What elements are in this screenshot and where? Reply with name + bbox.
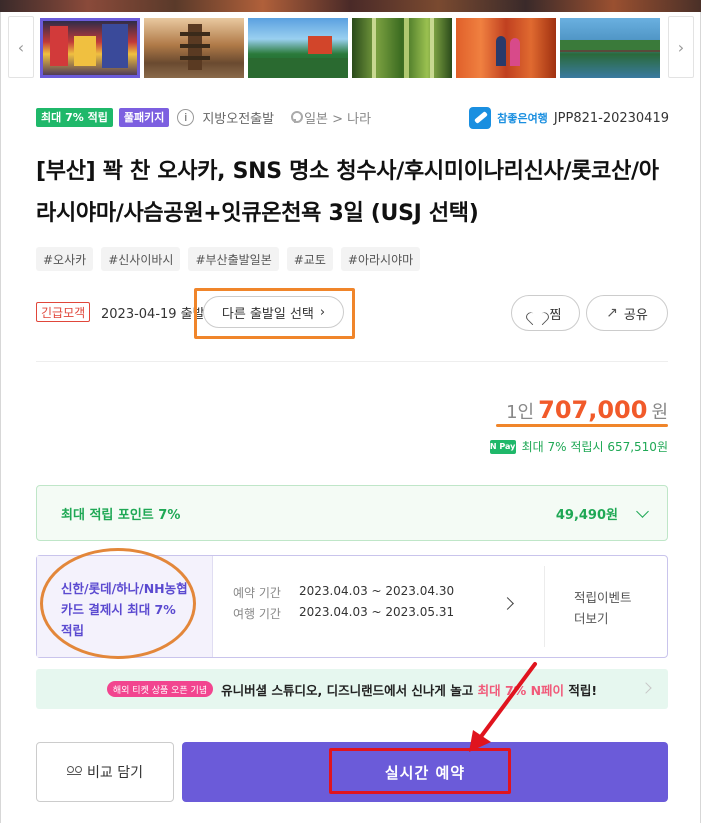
banner-badge: 해외 티켓 상품 오픈 기념 xyxy=(106,681,214,697)
thumbnail-arashiyama[interactable] xyxy=(560,18,660,78)
points-value: 49,490원 xyxy=(555,507,618,523)
share-label: 공유 xyxy=(623,307,648,323)
thumbnail-osaka[interactable] xyxy=(40,18,140,78)
thumbnail-bamboo[interactable] xyxy=(352,18,452,78)
event-line-1: 적립이벤트 xyxy=(574,590,632,605)
info-icon[interactable]: i xyxy=(177,108,195,126)
section-divider xyxy=(36,361,668,362)
urgent-badge: 긴급모객 xyxy=(36,302,91,322)
compare-label: 비교 담기 xyxy=(87,765,143,781)
npay-points-info: N Pay 최대 7% 적립시 657,510원 xyxy=(489,438,668,455)
points-label: 최대 적립 포인트 7% xyxy=(61,507,181,523)
product-badges: 최대 7% 적립 풀패키지 i 지방오전출발 일본 > 나라 xyxy=(36,107,371,127)
thumbnail-kiyomizu[interactable] xyxy=(248,18,348,78)
travel-period-value: 2023.04.03 ~ 2023.05.31 xyxy=(299,605,455,619)
hashtag[interactable]: #부산출발일본 xyxy=(188,247,279,271)
price-per-person: 1인 xyxy=(506,402,535,423)
compare-button[interactable]: 비교 담기 xyxy=(36,742,174,802)
points-badge: 최대 7% 적립 xyxy=(36,107,113,127)
product-title: [부산] 꽉 찬 오사카, SNS 명소 청수사/후시미이나리신사/롯코산/아라… xyxy=(36,159,659,226)
hashtag[interactable]: #아라시야마 xyxy=(340,247,421,271)
annotation-arrow-icon xyxy=(469,662,537,752)
hashtag[interactable]: #신사이바시 xyxy=(101,247,181,271)
reserve-period-label: 예약 기간 xyxy=(233,586,281,600)
agency-info: 참좋은여행 JPP821-20230419 xyxy=(469,107,669,129)
banner-main-text: 유니버셜 스튜디오, 디즈니랜드에서 신나게 놀고 xyxy=(221,682,474,698)
product-code: JPP821-20230419 xyxy=(553,110,669,126)
wishlist-button[interactable]: 찜 xyxy=(511,295,580,331)
map-pin-icon xyxy=(290,110,304,124)
wishlist-label: 찜 xyxy=(549,307,562,323)
npay-text: 최대 7% 적립시 657,510원 xyxy=(521,440,668,454)
hashtag-list: #오사카 #신사이바시 #부산출발일본 #교토 #아라시야마 xyxy=(36,247,421,271)
departure-type: 지방오전출발 xyxy=(202,111,275,127)
annotation-highlight-oval xyxy=(40,548,196,659)
heart-icon xyxy=(530,307,544,319)
promo-periods: 예약 기간 2023.04.03 ~ 2023.04.30 여행 기간 2023… xyxy=(233,584,454,626)
share-button[interactable]: ↗ 공유 xyxy=(586,295,668,331)
compare-icon xyxy=(67,766,82,778)
agency-logo-icon xyxy=(469,107,492,129)
reserve-period-value: 2023.04.03 ~ 2023.04.30 xyxy=(299,584,455,598)
chevron-left-icon: ‹ xyxy=(17,37,25,57)
npay-icon: N Pay xyxy=(489,439,516,454)
promo-banner[interactable]: 해외 티켓 상품 오픈 기념 유니버셜 스튜디오, 디즈니랜드에서 신나게 놀고… xyxy=(36,669,668,709)
gallery-prev-button[interactable]: ‹ xyxy=(8,16,34,78)
gallery-next-button[interactable]: › xyxy=(668,16,694,78)
share-icon: ↗ xyxy=(606,305,618,321)
banner-suffix: 적립! xyxy=(568,682,598,698)
thumbnail-gallery: ‹ › xyxy=(8,14,694,80)
location-breadcrumb: 일본 > 나라 xyxy=(290,108,371,127)
chevron-right-icon: › xyxy=(677,37,685,57)
hashtag[interactable]: #교토 xyxy=(286,247,333,271)
package-badge: 풀패키지 xyxy=(118,107,170,127)
points-value-group: 49,490원 xyxy=(555,504,649,523)
annotation-highlight-box xyxy=(194,288,355,339)
price-display: 1인 707,000 원 xyxy=(506,396,668,424)
travel-period-label: 여행 기간 xyxy=(233,607,281,621)
max-points-panel[interactable]: 최대 적립 포인트 7% 49,490원 xyxy=(36,485,668,541)
price-amount: 707,000 xyxy=(538,396,648,424)
annotation-underline xyxy=(496,424,668,427)
main-photo-strip xyxy=(0,0,701,12)
travel-period-row: 여행 기간 2023.04.03 ~ 2023.05.31 xyxy=(233,605,455,621)
event-more-link[interactable]: 적립이벤트 더보기 xyxy=(574,587,632,629)
reserve-period-row: 예약 기간 2023.04.03 ~ 2023.04.30 xyxy=(233,584,455,600)
hashtag[interactable]: #오사카 xyxy=(36,247,94,271)
event-line-2: 더보기 xyxy=(574,611,609,626)
departure-date: 2023-04-19 출발 xyxy=(101,307,205,322)
chevron-right-icon[interactable] xyxy=(501,597,514,610)
price-currency: 원 xyxy=(651,402,668,423)
card-divider xyxy=(544,566,545,647)
agency-name: 참좋은여행 xyxy=(497,112,548,125)
thumbnail-fushimi-inari[interactable] xyxy=(456,18,556,78)
chevron-right-icon xyxy=(640,682,652,694)
thumbnail-kyoto-pagoda[interactable] xyxy=(144,18,244,78)
chevron-down-icon xyxy=(636,504,649,518)
location-text: 일본 > 나라 xyxy=(304,111,372,127)
